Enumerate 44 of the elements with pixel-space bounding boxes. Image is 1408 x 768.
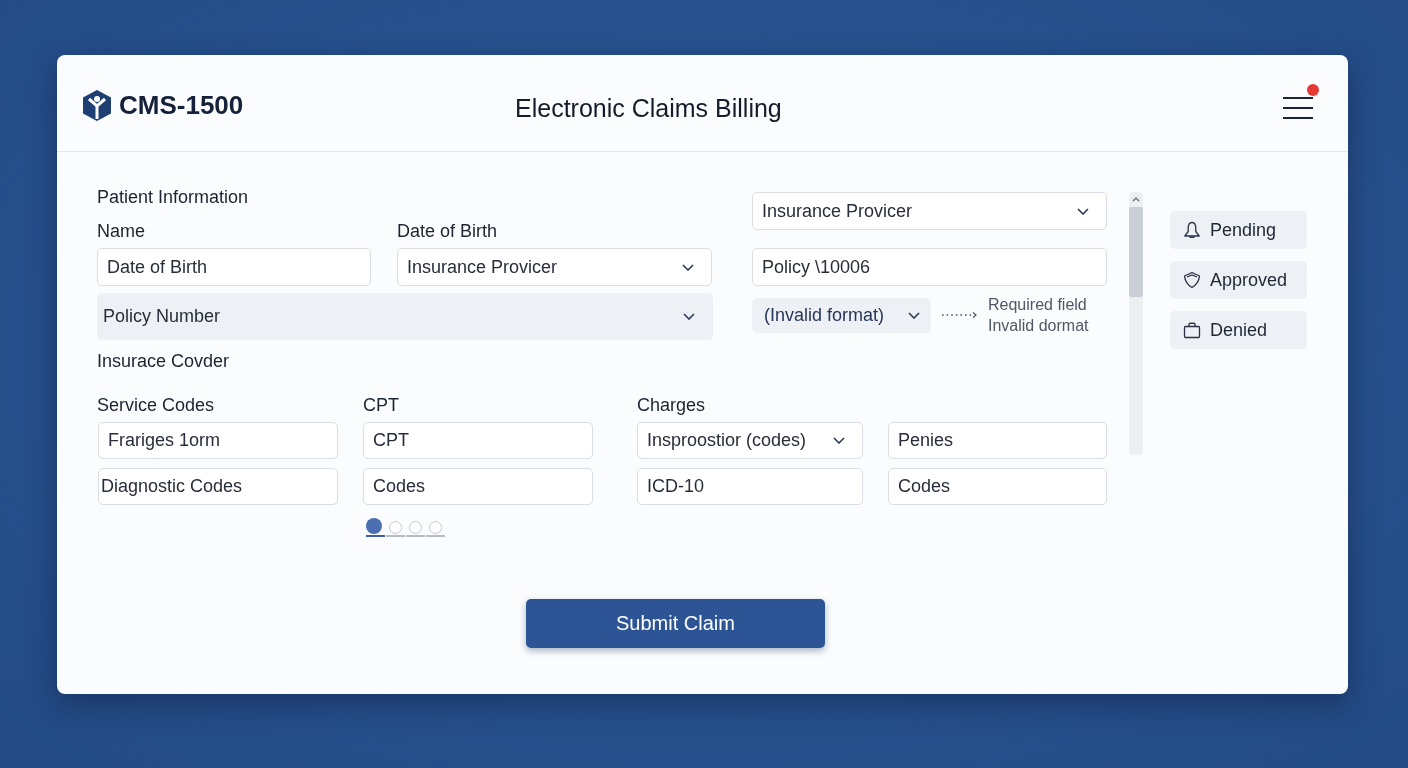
input-field[interactable]: Codes — [888, 468, 1107, 505]
dropdown-select[interactable]: Policy Number — [97, 293, 713, 340]
input-field[interactable]: Codes — [363, 468, 593, 505]
field-label: CPT — [363, 394, 400, 416]
chevron-down-icon — [682, 263, 694, 271]
input-field[interactable]: Policy \10006 — [752, 248, 1107, 286]
chevron-down-icon — [908, 311, 920, 319]
shield-icon — [1183, 271, 1201, 289]
input-field[interactable]: Frariges 1orm — [98, 422, 338, 459]
field-label: Name — [97, 220, 146, 242]
input-field[interactable]: CPT — [363, 422, 593, 459]
dropdown-select[interactable]: Insurance Provicer — [752, 192, 1107, 230]
status-button[interactable]: Pending — [1170, 211, 1307, 249]
status-button[interactable]: Approved — [1170, 261, 1307, 299]
field-label: Date of Birth — [397, 220, 499, 242]
menu-icon — [1283, 97, 1313, 119]
input-field[interactable]: ICD-10 — [637, 468, 863, 505]
submit-button[interactable]: Submit Claim — [526, 599, 825, 648]
dropdown-select[interactable]: Insproostior (codes) — [637, 422, 863, 459]
logo-text: CMS-1500 — [119, 89, 244, 121]
logo-icon — [82, 89, 112, 121]
input-field[interactable]: Date of Birth — [97, 248, 371, 286]
section-heading: Insurace Covder — [97, 350, 231, 372]
status-button[interactable]: Denied — [1170, 311, 1307, 349]
section-heading: Patient Information — [97, 186, 250, 208]
input-field[interactable]: Diagnostic Codes — [98, 468, 338, 505]
validation-message: Required field — [988, 295, 1088, 315]
validation-message: Invalid dormat — [988, 316, 1089, 336]
scrollbar[interactable] — [1129, 192, 1143, 455]
dotted-arrow-icon — [941, 311, 977, 319]
chevron-down-icon — [833, 437, 845, 444]
briefcase-icon — [1183, 321, 1201, 339]
field-label: Charges — [637, 394, 707, 416]
field-label: Service Codes — [97, 394, 216, 416]
scrollbar-thumb[interactable] — [1129, 207, 1143, 297]
bell-icon — [1183, 221, 1201, 239]
page-title: Electronic Claims Billing — [515, 93, 782, 123]
dropdown-select[interactable]: Insurance Provicer — [397, 248, 712, 286]
menu-button[interactable] — [1283, 97, 1313, 119]
chevron-down-icon — [1077, 207, 1089, 215]
chevron-down-icon — [683, 313, 695, 320]
dropdown-select[interactable]: (Invalid format) — [752, 297, 931, 333]
input-field[interactable]: Penies — [888, 422, 1107, 459]
chevron-up-icon — [1132, 197, 1140, 202]
